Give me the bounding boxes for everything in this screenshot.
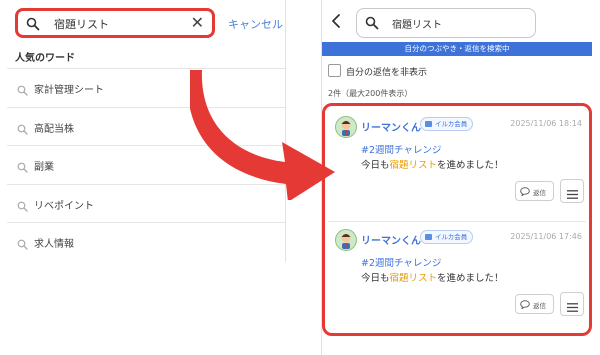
search-results-screen: 宿題リスト 自分のつぶやき・返信を検索中 自分の返信を非表示 2件（最大200件…: [321, 0, 592, 355]
list-item[interactable]: リベポイント: [7, 183, 285, 223]
search-screen-left: 宿題リスト ✕ キャンセル 人気のワード 家計管理シート 高配当株 副業 リベポ…: [7, 0, 286, 262]
popular-word-label: 高配当株: [34, 123, 74, 135]
list-item[interactable]: 求人情報: [7, 222, 285, 261]
hide-own-replies-label: 自分の返信を非表示: [346, 68, 428, 78]
popular-word-label: リベポイント: [34, 200, 94, 212]
post-hashtag[interactable]: #2週間チャレンジ: [361, 142, 441, 156]
back-chevron-icon[interactable]: [331, 13, 341, 32]
post-menu-button[interactable]: [560, 179, 584, 203]
hamburger-menu-icon: [567, 187, 578, 202]
search-icon: [17, 120, 28, 139]
results-highlight-frame: リーマンくん イルカ会員 2025/11/06 18:14 #2週間チャレンジ …: [322, 103, 592, 336]
speech-bubble-icon: [520, 187, 530, 198]
search-input[interactable]: 宿題リスト: [356, 8, 536, 38]
avatar-icon[interactable]: [335, 116, 357, 138]
search-scope-banner: 自分のつぶやき・返信を検索中: [322, 42, 592, 56]
member-badge: イルカ会員: [420, 230, 474, 244]
popular-word-label: 副業: [34, 162, 54, 173]
post-body-after: を進めました！: [437, 160, 504, 171]
reply-button-label: 返信: [533, 303, 546, 310]
post-body-keyword: 宿題リスト: [389, 160, 438, 171]
post-author[interactable]: リーマンくん: [361, 232, 421, 247]
post-timestamp: 2025/11/06 18:14: [510, 119, 582, 128]
dolphin-badge-icon: [425, 234, 432, 240]
search-icon: [26, 16, 40, 35]
popular-word-label: 求人情報: [34, 239, 74, 250]
search-icon: [17, 81, 28, 100]
hamburger-menu-icon: [567, 300, 578, 315]
post-body: 今日も宿題リストを進めました！: [361, 270, 504, 284]
speech-bubble-icon: [520, 300, 530, 311]
post-body-before: 今日も: [361, 273, 390, 284]
post-body: 今日も宿題リストを進めました！: [361, 157, 504, 171]
post-author[interactable]: リーマンくん: [361, 119, 421, 134]
result-count: 2件（最大200件表示）: [328, 89, 413, 98]
post-card[interactable]: リーマンくん イルカ会員 2025/11/06 18:14 #2週間チャレンジ …: [328, 109, 586, 219]
popular-word-label: 家計管理シート: [34, 85, 104, 96]
reply-button[interactable]: 返信: [515, 181, 554, 201]
member-badge-label: イルカ会員: [435, 120, 468, 128]
popular-words-heading: 人気のワード: [15, 53, 75, 64]
panel-divider: [285, 0, 286, 262]
reply-button[interactable]: 返信: [515, 294, 554, 314]
close-icon[interactable]: ✕: [191, 13, 204, 33]
list-item[interactable]: 副業: [7, 145, 285, 184]
post-body-keyword: 宿題リスト: [389, 273, 438, 284]
search-icon: [17, 197, 28, 216]
post-body-before: 今日も: [361, 160, 390, 171]
reply-button-label: 返信: [533, 190, 546, 197]
post-hashtag[interactable]: #2週間チャレンジ: [361, 255, 441, 269]
member-badge-label: イルカ会員: [435, 233, 468, 241]
dolphin-badge-icon: [425, 121, 432, 127]
search-input-value: 宿題リスト: [54, 18, 109, 31]
post-body-after: を進めました！: [437, 273, 504, 284]
search-icon: [17, 235, 28, 254]
member-badge: イルカ会員: [420, 117, 474, 131]
search-input-value: 宿題リスト: [392, 20, 442, 31]
post-menu-button[interactable]: [560, 292, 584, 316]
post-timestamp: 2025/11/06 17:46: [510, 232, 582, 241]
popular-words-list: 家計管理シート 高配当株 副業 リベポイント 求人情報: [7, 68, 285, 261]
search-input[interactable]: 宿題リスト ✕: [15, 8, 215, 38]
list-item[interactable]: 家計管理シート: [7, 68, 285, 107]
hide-own-replies-checkbox[interactable]: [328, 64, 341, 77]
list-item[interactable]: 高配当株: [7, 106, 285, 146]
search-icon: [365, 15, 379, 34]
avatar-icon[interactable]: [335, 229, 357, 251]
search-bar-row: 宿題リスト ✕ キャンセル: [7, 0, 285, 44]
search-icon: [17, 158, 28, 177]
cancel-button[interactable]: キャンセル: [228, 16, 283, 32]
post-card[interactable]: リーマンくん イルカ会員 2025/11/06 17:46 #2週間チャレンジ …: [328, 221, 586, 331]
